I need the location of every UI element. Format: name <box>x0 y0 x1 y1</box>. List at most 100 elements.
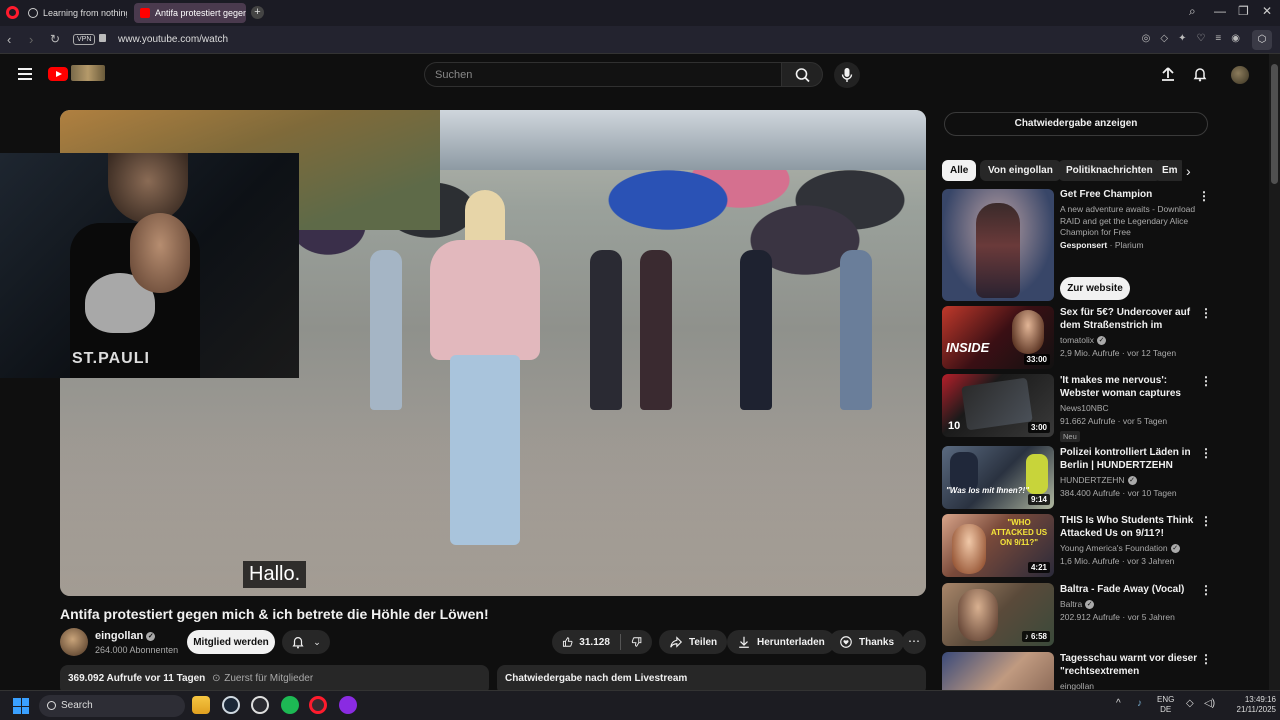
taskbar-search[interactable]: Search <box>39 695 185 717</box>
video-thumbnail[interactable]: ♪ 6:58 <box>942 583 1054 646</box>
channel-name[interactable]: Young America's Foundation ✓ <box>1060 543 1198 554</box>
video-thumbnail[interactable] <box>942 652 1054 690</box>
thanks-button[interactable]: Thanks <box>829 630 905 654</box>
search-tabs-icon[interactable]: ⌕ <box>1189 4 1196 19</box>
extensions-icon[interactable]: ✦ <box>1178 33 1186 44</box>
video-title[interactable]: THIS Is Who Students Think Attacked Us o… <box>1060 514 1198 540</box>
wallet-icon[interactable]: ⬡ <box>1252 30 1272 50</box>
windows-start-icon[interactable] <box>13 698 29 714</box>
subscription-notifications-button[interactable]: ⌄ <box>282 630 330 654</box>
file-explorer-icon[interactable] <box>192 696 210 714</box>
ad-cta-button[interactable]: Zur website <box>1060 277 1130 300</box>
maximize-button[interactable]: ❐ <box>1238 4 1249 18</box>
thanks-heart-icon <box>840 636 852 648</box>
voice-search-button[interactable] <box>834 62 860 88</box>
video-thumbnail[interactable]: "WHO ATTACKED US ON 9/11?" 4:21 <box>942 514 1054 577</box>
video-title[interactable]: 'It makes me nervous': Webster woman cap… <box>1060 374 1198 400</box>
chip-from-channel[interactable]: Von eingollan <box>980 160 1061 181</box>
url-field[interactable]: www.youtube.com/watch <box>118 34 228 45</box>
opera-taskbar-icon[interactable] <box>309 696 327 714</box>
share-button[interactable]: Teilen <box>659 630 728 654</box>
chevron-right-icon[interactable]: › <box>1186 163 1191 179</box>
more-options-icon[interactable]: ⋮ <box>1200 446 1212 460</box>
shirt-text: ST.PAULI <box>72 350 150 367</box>
forward-icon[interactable]: › <box>29 32 33 47</box>
channel-name[interactable]: tomatolix ✓ <box>1060 335 1198 346</box>
steam-icon[interactable] <box>222 696 240 714</box>
easy-setup-icon[interactable]: ≡ <box>1215 33 1221 44</box>
thumbs-down-icon[interactable] <box>631 635 642 649</box>
youtube-doodle-logo[interactable] <box>71 65 105 81</box>
language-indicator[interactable]: ENG DE <box>1157 695 1174 715</box>
chip-more[interactable]: Em <box>1154 160 1182 181</box>
chip-all[interactable]: Alle <box>942 160 977 181</box>
video-thumbnail[interactable]: INSIDE 33:00 <box>942 306 1054 369</box>
download-button[interactable]: Herunterladen <box>727 630 835 654</box>
notifications-bell-icon[interactable] <box>1192 66 1208 82</box>
video-thumbnail[interactable]: "Was los mit Ihnen?!" 9:14 <box>942 446 1054 509</box>
chip-political-news[interactable]: Politiknachrichten <box>1058 160 1161 181</box>
youtube-logo[interactable] <box>48 67 68 81</box>
like-count[interactable]: 31.128 <box>579 637 610 648</box>
members-first-label: Zuerst für Mitglieder <box>224 673 314 684</box>
account-avatar[interactable] <box>1231 66 1249 84</box>
spotify-icon[interactable] <box>281 696 299 714</box>
lock-icon[interactable] <box>99 34 106 42</box>
video-title[interactable]: Sex für 5€? Undercover auf dem Straßenst… <box>1060 306 1198 332</box>
list-item[interactable]: Tagesschau warnt vor dieser "rechtsextre… <box>942 652 1212 690</box>
chatgpt-icon[interactable] <box>251 696 269 714</box>
camera-icon[interactable]: ◎ <box>1142 33 1151 44</box>
network-icon[interactable]: ◇ <box>1186 699 1194 709</box>
new-tab-button[interactable]: + <box>251 6 264 19</box>
search-button[interactable] <box>781 62 823 87</box>
thumbs-up-icon[interactable] <box>562 635 573 649</box>
video-title[interactable]: Baltra - Fade Away (Vocal) <box>1060 583 1198 596</box>
twitch-app-icon[interactable] <box>339 696 357 714</box>
channel-name[interactable]: News10NBC <box>1060 403 1198 413</box>
more-options-icon[interactable]: ⋮ <box>1198 189 1210 203</box>
reload-icon[interactable]: ↻ <box>50 32 60 46</box>
windows-taskbar: Search ^ ♪ ENG DE ◇ ◁) 13:49:16 21/11/20… <box>0 690 1280 720</box>
join-membership-button[interactable]: Mitglied werden <box>187 630 275 654</box>
clock-time: 13:49:16 <box>1244 695 1276 704</box>
ad-thumbnail[interactable] <box>942 189 1054 301</box>
page-scrollbar[interactable] <box>1269 54 1280 690</box>
more-options-icon[interactable]: ⋮ <box>1200 514 1212 528</box>
show-chat-replay-button[interactable]: Chatwiedergabe anzeigen <box>944 112 1208 136</box>
tray-overflow-icon[interactable]: ^ <box>1116 699 1121 709</box>
more-options-icon[interactable]: ⋮ <box>1200 306 1212 320</box>
volume-icon[interactable]: ◁) <box>1204 699 1215 709</box>
channel-name[interactable]: Baltra ✓ <box>1060 599 1198 610</box>
ad-title[interactable]: Get Free Champion <box>1060 189 1200 200</box>
video-title[interactable]: Polizei kontrolliert Läden in Berlin | H… <box>1060 446 1198 472</box>
video-scene-person <box>840 250 872 410</box>
close-window-button[interactable]: ✕ <box>1262 4 1272 18</box>
vpn-badge[interactable]: VPN <box>73 34 96 45</box>
tab-label: Learning from nothing <box>43 8 127 18</box>
more-actions-icon[interactable]: ⋯ <box>902 630 926 654</box>
upload-icon[interactable] <box>1160 66 1176 82</box>
search-input[interactable] <box>425 63 782 86</box>
more-options-icon[interactable]: ⋮ <box>1200 583 1212 597</box>
shield-icon[interactable]: ◇ <box>1160 33 1168 44</box>
minimize-button[interactable]: — <box>1214 4 1226 18</box>
clock[interactable]: 13:49:16 21/11/2025 <box>1226 695 1276 715</box>
tab-youtube-video[interactable]: Antifa protestiert gegen ✕ <box>134 3 246 23</box>
video-title[interactable]: Tagesschau warnt vor dieser "rechtsextre… <box>1060 652 1198 678</box>
more-options-icon[interactable]: ⋮ <box>1200 374 1212 388</box>
more-options-icon[interactable]: ⋮ <box>1200 652 1212 666</box>
opera-logo-icon[interactable] <box>6 6 19 19</box>
mic-tray-icon[interactable]: ♪ <box>1137 699 1142 709</box>
sponsored-ad[interactable]: Get Free Champion A new adventure awaits… <box>942 189 1212 301</box>
search-field[interactable] <box>424 62 782 87</box>
heart-icon[interactable]: ♡ <box>1196 33 1205 44</box>
channel-avatar[interactable] <box>60 628 88 656</box>
channel-name[interactable]: eingollan ✓ <box>95 630 156 642</box>
channel-name[interactable]: eingollan <box>1060 681 1198 690</box>
menu-icon[interactable] <box>18 68 32 80</box>
back-icon[interactable]: ‹ <box>7 32 11 47</box>
tab-learning-from-nothing[interactable]: Learning from nothing <box>22 3 127 23</box>
channel-name[interactable]: HUNDERTZEHN ✓ <box>1060 475 1198 486</box>
video-thumbnail[interactable]: 10 3:00 <box>942 374 1054 437</box>
profile-icon[interactable]: ◉ <box>1231 33 1240 44</box>
